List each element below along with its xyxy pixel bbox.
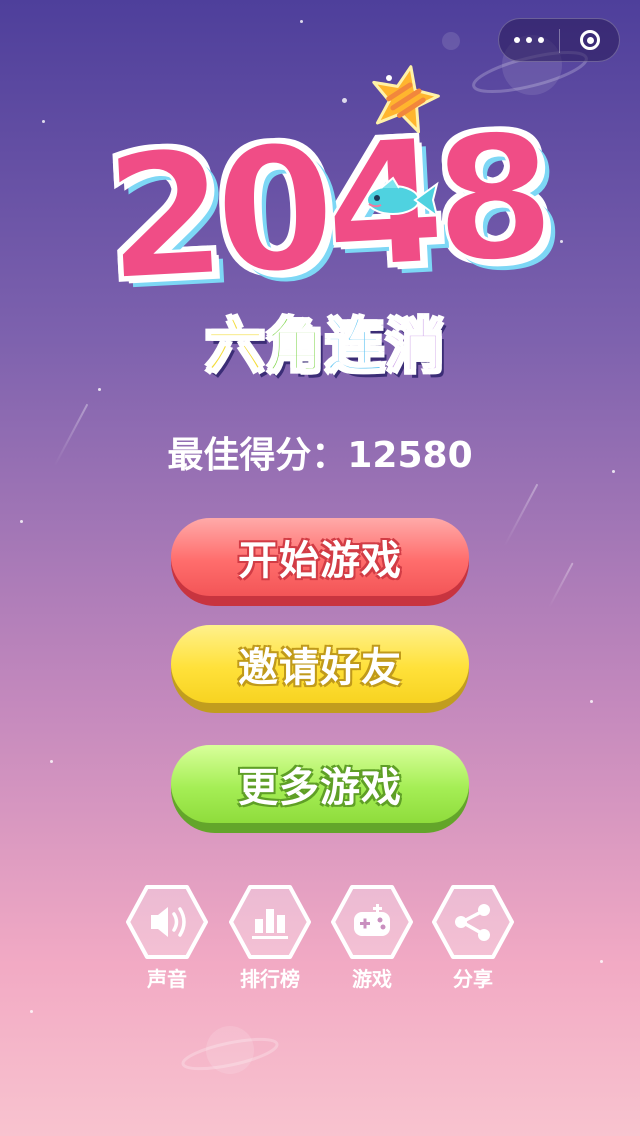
start-game-button-face: 开始游戏 [171,518,469,596]
background-star [42,120,45,123]
leaderboard-button[interactable]: 排行榜 [228,884,312,992]
logo-subtitle-char: 角 [265,312,325,380]
background-star [30,1010,33,1013]
best-score: 最佳得分：12580 [0,432,640,480]
bar-chart-icon [229,885,311,959]
invite-friends-label: 邀请好友 [238,645,402,691]
background-star [600,960,603,963]
start-game-label: 开始游戏 [238,538,402,584]
sound-label: 声音 [147,967,187,991]
background-star [560,240,563,243]
games-label: 游戏 [352,967,392,991]
more-dots-icon [511,37,547,43]
logo-subtitle: 六 角 连 消 [95,312,555,380]
shooting-star-streak [503,483,539,547]
game-logo: 2048 六 角 连 消 [95,62,555,402]
more-menu-button[interactable] [499,19,559,61]
logo-subtitle-char: 连 [325,312,385,380]
background-star [20,520,23,523]
logo-subtitle-char: 六 [205,312,265,380]
leaderboard-label: 排行榜 [240,967,300,991]
game-home-screen: 2048 六 角 连 消 最佳得分：12580 开始游戏 邀请好友 更多游戏 声… [0,0,640,1136]
background-star [50,760,53,763]
games-button[interactable]: 游戏 [330,884,414,992]
more-games-label: 更多游戏 [238,765,402,811]
fish-icon [366,176,439,219]
best-score-label: 最佳得分： [167,435,348,476]
sound-toggle-button[interactable]: 声音 [125,884,209,992]
gamepad-icon [331,885,413,959]
best-score-value: 12580 [347,435,473,476]
shooting-star-streak [548,562,574,608]
background-star [590,700,593,703]
invite-friends-button-face: 邀请好友 [171,625,469,703]
background-star [300,20,303,23]
logo-number: 2048 [99,94,551,321]
close-mini-program-button[interactable] [560,19,620,61]
close-circle-icon [580,30,600,50]
more-games-button[interactable]: 更多游戏 [171,745,469,833]
start-game-button[interactable]: 开始游戏 [171,518,469,606]
share-label: 分享 [453,967,493,991]
small-planet-decoration [442,32,460,50]
star-icon [372,65,440,134]
more-games-button-face: 更多游戏 [171,745,469,823]
planet-decoration [181,1026,279,1074]
share-icon [432,885,514,959]
share-button[interactable]: 分享 [431,884,515,992]
mini-program-capsule [498,18,620,62]
logo-subtitle-char: 消 [385,312,445,380]
invite-friends-button[interactable]: 邀请好友 [171,625,469,713]
speaker-icon [126,885,208,959]
